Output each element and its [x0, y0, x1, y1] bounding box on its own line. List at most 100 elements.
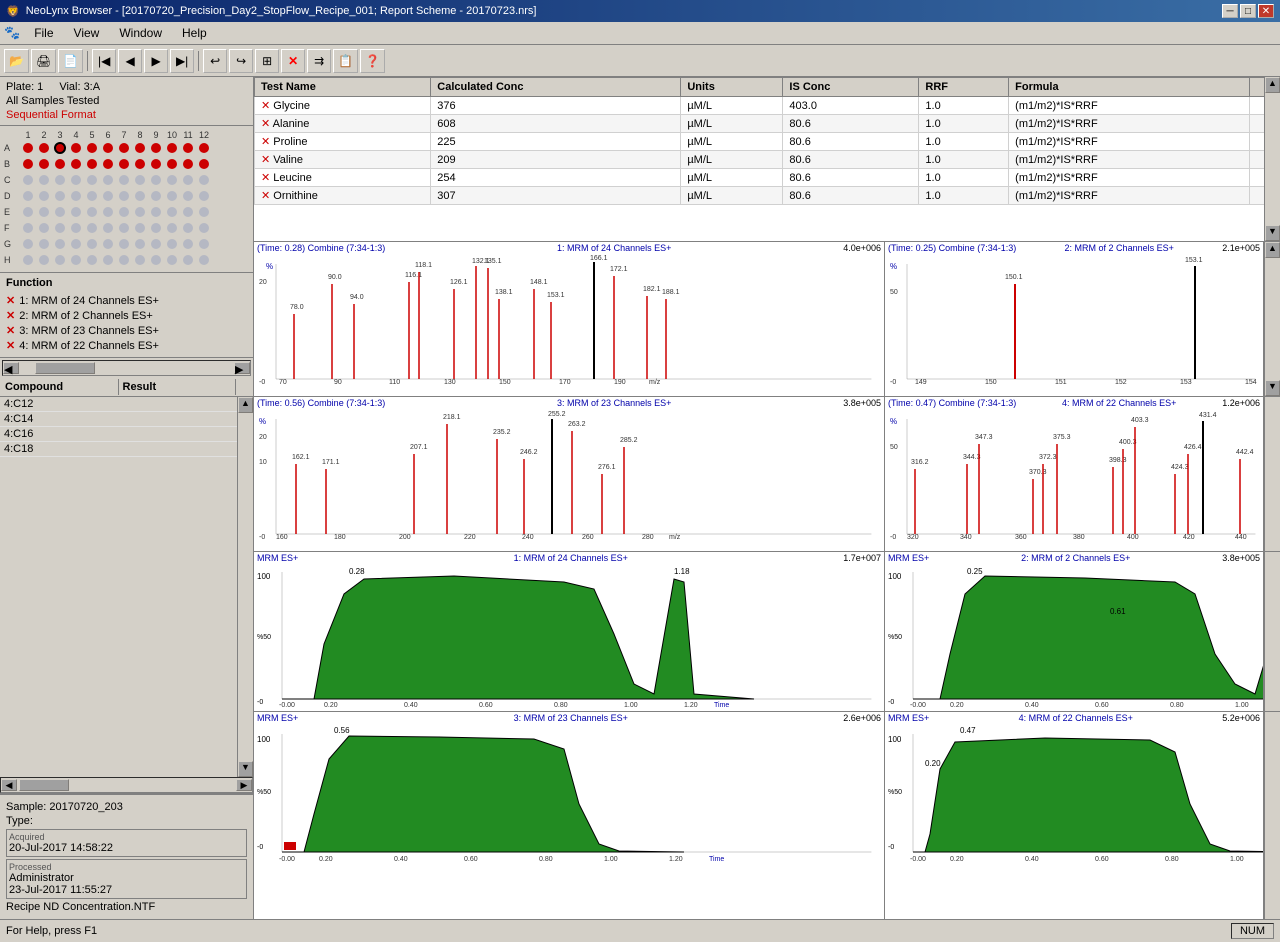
toolbar-prev[interactable]: ◀ [118, 49, 142, 73]
svg-text:263.2: 263.2 [568, 421, 586, 428]
well-C5[interactable] [84, 172, 100, 188]
well-A9[interactable] [148, 140, 164, 156]
svscroll-down[interactable]: ▼ [1265, 380, 1280, 396]
table-vscroll[interactable]: ▲ ▼ [1264, 77, 1280, 241]
well-C8[interactable] [132, 172, 148, 188]
well-C6[interactable] [100, 172, 116, 188]
data-row-leucine[interactable]: ✕ Leucine 254 µM/L 80.6 1.0 (m1/m2)*IS*R… [255, 169, 1280, 187]
well-B11[interactable] [180, 156, 196, 172]
toolbar-transfer[interactable]: ⇉ [307, 49, 331, 73]
scroll-right[interactable]: ▶ [234, 362, 250, 374]
toolbar-btn6[interactable]: ↪ [229, 49, 253, 73]
col-h-7: 7 [116, 130, 132, 140]
well-A6[interactable] [100, 140, 116, 156]
menu-view[interactable]: View [68, 24, 106, 42]
well-C3[interactable] [52, 172, 68, 188]
svscroll-up[interactable]: ▲ [1265, 242, 1280, 258]
cscroll-thumb[interactable] [19, 779, 69, 791]
well-A1[interactable] [20, 140, 36, 156]
minimize-button[interactable]: ─ [1222, 4, 1238, 18]
well-B7[interactable] [116, 156, 132, 172]
compound-row-C16[interactable]: 4:C16 [0, 427, 237, 442]
data-row-ornithine[interactable]: ✕ Ornithine 307 µM/L 80.6 1.0 (m1/m2)*IS… [255, 187, 1280, 205]
well-A11[interactable] [180, 140, 196, 156]
data-row-valine[interactable]: ✕ Valine 209 µM/L 80.6 1.0 (m1/m2)*IS*RR… [255, 151, 1280, 169]
menu-file[interactable]: File [28, 24, 59, 42]
toolbar-play[interactable]: ▶ [144, 49, 168, 73]
function-item-1[interactable]: ✕ 1: MRM of 24 Channels ES+ [6, 293, 247, 308]
svg-text:360: 360 [1015, 534, 1027, 539]
scroll-thumb[interactable] [35, 362, 95, 374]
well-B4[interactable] [68, 156, 84, 172]
spectrum1-header: (Time: 0.28) Combine (7:34-1:3) 1: MRM o… [254, 242, 884, 254]
vscroll-down[interactable]: ▼ [238, 761, 253, 777]
well-C11[interactable] [180, 172, 196, 188]
data-row-proline[interactable]: ✕ Proline 225 µM/L 80.6 1.0 (m1/m2)*IS*R… [255, 133, 1280, 151]
well-B2[interactable] [36, 156, 52, 172]
toolbar-btn5[interactable]: ↩ [203, 49, 227, 73]
well-A8[interactable] [132, 140, 148, 156]
well-A10[interactable] [164, 140, 180, 156]
well-B10[interactable] [164, 156, 180, 172]
svg-text:420: 420 [1183, 534, 1195, 539]
toolbar-expand[interactable]: ⊞ [255, 49, 279, 73]
cell-leucine-conc: 254 [431, 169, 681, 187]
well-C2[interactable] [36, 172, 52, 188]
tvscroll-up[interactable]: ▲ [1265, 77, 1280, 93]
menu-window[interactable]: Window [113, 24, 168, 42]
svg-text:400.3: 400.3 [1119, 439, 1137, 446]
well-C10[interactable] [164, 172, 180, 188]
well-C7[interactable] [116, 172, 132, 188]
toolbar-print2[interactable]: 📄 [58, 49, 83, 73]
toolbar-next[interactable]: ▶| [170, 49, 194, 73]
well-C12[interactable] [196, 172, 212, 188]
cell-proline-conc: 225 [431, 133, 681, 151]
well-A7[interactable] [116, 140, 132, 156]
scroll-left[interactable]: ◀ [3, 362, 19, 374]
compound-hscroll[interactable]: ◀ ▶ [0, 777, 253, 793]
well-A5[interactable] [84, 140, 100, 156]
toolbar-close-x[interactable]: ✕ [281, 49, 305, 73]
toolbar-copy[interactable]: 📋 [333, 49, 358, 73]
cscroll-right[interactable]: ▶ [236, 779, 252, 791]
well-C4[interactable] [68, 172, 84, 188]
plate-row-F: F [4, 220, 249, 236]
well-B12[interactable] [196, 156, 212, 172]
compound-row-C12[interactable]: 4:C12 [0, 397, 237, 412]
menu-help[interactable]: Help [176, 24, 213, 42]
function-x-icon-3: ✕ [6, 324, 15, 337]
tvscroll-down[interactable]: ▼ [1265, 225, 1280, 241]
svg-text:10: 10 [259, 459, 267, 466]
well-A3[interactable] [52, 140, 68, 156]
compound-row-C14[interactable]: 4:C14 [0, 412, 237, 427]
well-B5[interactable] [84, 156, 100, 172]
toolbar-first[interactable]: |◀ [92, 49, 116, 73]
svg-text:150.1: 150.1 [1005, 274, 1023, 281]
function-item-2[interactable]: ✕ 2: MRM of 2 Channels ES+ [6, 308, 247, 323]
function-item-4[interactable]: ✕ 4: MRM of 22 Channels ES+ [6, 338, 247, 353]
function-hscroll[interactable]: ◀ ▶ [2, 360, 251, 376]
well-C9[interactable] [148, 172, 164, 188]
well-B3[interactable] [52, 156, 68, 172]
toolbar-help[interactable]: ❓ [360, 49, 385, 73]
vscroll-up[interactable]: ▲ [238, 397, 253, 413]
well-B8[interactable] [132, 156, 148, 172]
cscroll-left[interactable]: ◀ [1, 779, 17, 791]
well-B6[interactable] [100, 156, 116, 172]
compound-row-C18[interactable]: 4:C18 [0, 442, 237, 457]
data-row-alanine[interactable]: ✕ Alanine 608 µM/L 80.6 1.0 (m1/m2)*IS*R… [255, 115, 1280, 133]
maximize-button[interactable]: □ [1240, 4, 1256, 18]
data-row-glycine[interactable]: ✕ Glycine 376 µM/L 403.0 1.0 (m1/m2)*IS*… [255, 97, 1280, 115]
well-B9[interactable] [148, 156, 164, 172]
well-A4[interactable] [68, 140, 84, 156]
function-item-3[interactable]: ✕ 3: MRM of 23 Channels ES+ [6, 323, 247, 338]
spectrum-vscroll[interactable]: ▲ ▼ [1264, 242, 1280, 396]
well-C1[interactable] [20, 172, 36, 188]
well-A12[interactable] [196, 140, 212, 156]
well-B1[interactable] [20, 156, 36, 172]
compound-vscroll[interactable]: ▲ ▼ [237, 397, 253, 777]
well-A2[interactable] [36, 140, 52, 156]
toolbar-print[interactable]: 🖨 [31, 49, 56, 73]
toolbar-open[interactable]: 📂 [4, 49, 29, 73]
close-button[interactable]: ✕ [1258, 4, 1274, 18]
